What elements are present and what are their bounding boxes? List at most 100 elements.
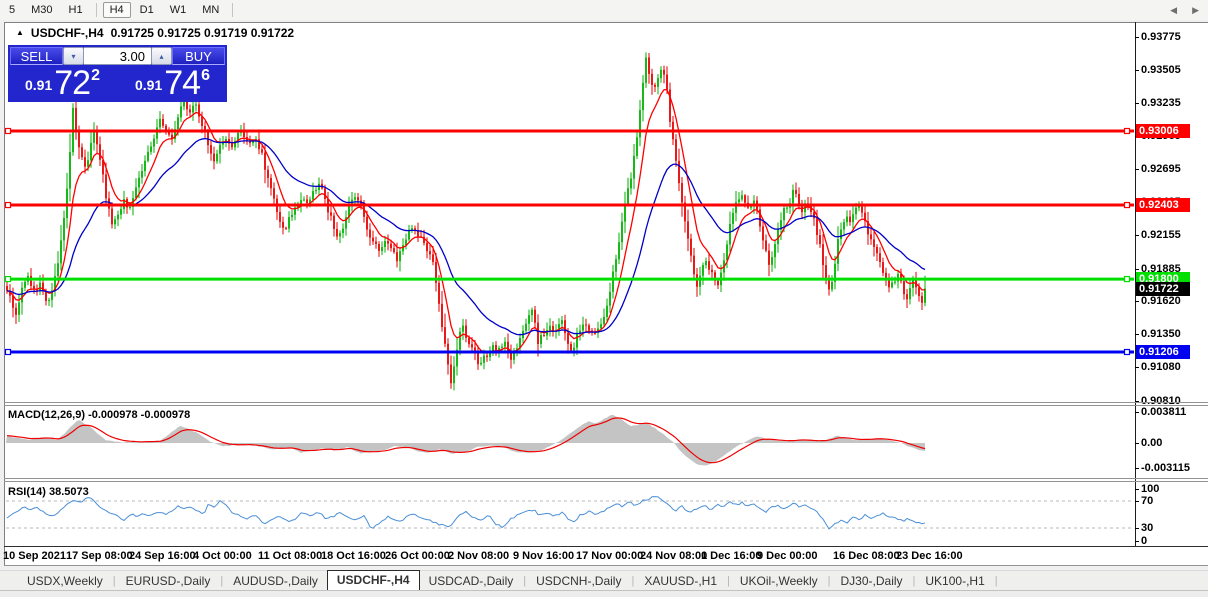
time-axis-label: 4 Oct 00:00 xyxy=(193,550,252,562)
chart-tab-audusd[interactable]: AUDUSD-,Daily xyxy=(224,571,327,590)
chart-tab-uk100[interactable]: UK100-,H1 xyxy=(916,571,993,590)
chart-tab-bar: USDX,Weekly|EURUSD-,Daily|AUDUSD-,DailyU… xyxy=(0,570,1208,590)
time-axis-label: 24 Sep 16:00 xyxy=(129,550,196,562)
price-tick-mark xyxy=(1135,235,1139,236)
price-tick-mark xyxy=(1135,103,1139,104)
symbol-triangle-icon: ▲ xyxy=(16,27,24,39)
chart-tab-usdchf[interactable]: USDCHF-,H4 xyxy=(327,570,420,590)
time-axis-label: 2 Nov 08:00 xyxy=(448,550,509,562)
volume-input[interactable]: 3.00 xyxy=(84,47,151,65)
main-macd-splitter[interactable] xyxy=(4,402,1208,403)
window-bottom-border xyxy=(4,565,1208,566)
volume-increase-button[interactable]: ▴ xyxy=(151,47,172,65)
time-axis-label: 17 Nov 00:00 xyxy=(576,550,643,562)
macd-tick-label: 0.003811 xyxy=(1141,406,1186,418)
timeframe-button-h4[interactable]: H4 xyxy=(103,2,131,18)
sell-price-display[interactable]: 0.91 72 2 xyxy=(10,67,115,100)
time-axis-label: 23 Dec 16:00 xyxy=(896,550,963,562)
sell-button[interactable]: SELL xyxy=(10,47,63,65)
hline-price-label: 0.92403 xyxy=(1136,198,1190,212)
time-axis-label: 24 Nov 08:00 xyxy=(640,550,707,562)
symbol-title: USDCHF-,H4 xyxy=(31,26,104,40)
chart-tab-usdcnh[interactable]: USDCNH-,Daily xyxy=(527,571,630,590)
buy-price-sup: 6 xyxy=(201,67,210,85)
price-tick-label: 0.93775 xyxy=(1141,31,1181,43)
chart-symbol-header: ▲ USDCHF-,H4 0.91725 0.91725 0.91719 0.9… xyxy=(16,26,294,40)
time-axis-label: 18 Oct 16:00 xyxy=(321,550,386,562)
timeframe-toolbar: 5M30H1 H4D1W1MN xyxy=(0,0,1208,20)
timeframe-button-m30[interactable]: M30 xyxy=(24,2,59,18)
chart-tab-usdx[interactable]: USDX,Weekly xyxy=(18,571,112,590)
mt4-terminal: 5M30H1 H4D1W1MN 0.93775 0.93505 0.93235 0.92… xyxy=(0,0,1208,597)
timeframe-button-5[interactable]: 5 xyxy=(2,2,22,18)
macd-rsi-splitter[interactable] xyxy=(4,478,1208,479)
hline-price-label: 0.91206 xyxy=(1136,345,1190,359)
current-price-label: 0.91722 xyxy=(1136,282,1190,296)
toolbar-separator xyxy=(96,3,97,17)
rsi-indicator-label: RSI(14) 38.5073 xyxy=(8,486,89,498)
time-axis-label: 11 Oct 08:00 xyxy=(258,550,322,562)
price-tick-mark xyxy=(1135,169,1139,170)
macd-tick-label: 0.00 xyxy=(1141,437,1162,449)
price-tick-label: 0.92155 xyxy=(1141,229,1181,241)
chart-tab-ukoil[interactable]: UKOil-,Weekly xyxy=(731,571,827,590)
time-axis-label: 17 Sep 08:00 xyxy=(66,550,133,562)
price-tick-mark xyxy=(1135,367,1139,368)
rsi-tick-label: 100 xyxy=(1141,483,1159,495)
ohlc-values: 0.91725 0.91725 0.91719 0.91722 xyxy=(111,26,295,40)
price-tick-mark xyxy=(1135,269,1139,270)
main-macd-splitter-2 xyxy=(4,405,1208,406)
price-tick-mark xyxy=(1135,70,1139,71)
price-tick-label: 0.93505 xyxy=(1141,64,1181,76)
chart-tab-eurusd[interactable]: EURUSD-,Daily xyxy=(117,571,220,590)
macd-tick-mark xyxy=(1135,468,1139,469)
sell-price-sup: 2 xyxy=(91,67,100,85)
macd-rsi-splitter-2 xyxy=(4,481,1208,482)
sell-price-base: 0.91 xyxy=(25,77,52,93)
chart-tab-xauusd[interactable]: XAUUSD-,H1 xyxy=(635,571,726,590)
macd-tick-label: -0.003115 xyxy=(1141,462,1190,474)
time-axis-label: 10 Sep 2021 xyxy=(3,550,66,562)
price-tick-mark xyxy=(1135,37,1139,38)
tab-scroll-right-icon[interactable]: ▶ xyxy=(1192,5,1199,16)
tab-separator: | xyxy=(994,575,999,587)
rsi-tick-mark xyxy=(1135,501,1139,502)
toolbar-separator xyxy=(232,3,233,17)
timeframe-button-h1[interactable]: H1 xyxy=(62,2,90,18)
time-axis-border xyxy=(4,546,1208,547)
timeframe-button-mn[interactable]: MN xyxy=(195,2,226,18)
chart-tab-usdcad[interactable]: USDCAD-,Daily xyxy=(420,571,523,590)
rsi-tick-label: 30 xyxy=(1141,522,1153,534)
volume-decrease-button[interactable]: ▾ xyxy=(63,47,84,65)
chart-background[interactable] xyxy=(4,22,1208,566)
price-tick-label: 0.91080 xyxy=(1141,361,1181,373)
one-click-trade-panel: SELL ▾ 3.00 ▴ BUY 0.91 72 2 0.91 74 6 xyxy=(8,45,227,102)
price-tick-mark xyxy=(1135,301,1139,302)
timeframe-button-d1[interactable]: D1 xyxy=(133,2,161,18)
price-tick-label: 0.91350 xyxy=(1141,328,1181,340)
buy-price-display[interactable]: 0.91 74 6 xyxy=(120,67,225,100)
sell-price-big: 72 xyxy=(54,68,90,98)
macd-tick-mark xyxy=(1135,443,1139,444)
time-axis-label: 26 Oct 00:00 xyxy=(385,550,450,562)
time-axis-label: 16 Dec 08:00 xyxy=(833,550,900,562)
price-tick-mark xyxy=(1135,334,1139,335)
price-tick-label: 0.92695 xyxy=(1141,163,1181,175)
price-tick-label: 0.93235 xyxy=(1141,97,1181,109)
chart-tab-dj30[interactable]: DJ30-,Daily xyxy=(832,571,912,590)
rsi-tick-mark xyxy=(1135,541,1139,542)
timeframe-button-w1[interactable]: W1 xyxy=(163,2,194,18)
price-tick-label: 0.91620 xyxy=(1141,295,1181,307)
macd-tick-mark xyxy=(1135,412,1139,413)
rsi-tick-mark xyxy=(1135,528,1139,529)
tab-scroll-nav: ◀ ▶ xyxy=(1170,5,1199,16)
buy-price-base: 0.91 xyxy=(135,77,162,93)
hline-price-label: 0.93006 xyxy=(1136,124,1190,138)
time-axis-label: 9 Nov 16:00 xyxy=(513,550,574,562)
macd-indicator-label: MACD(12,26,9) -0.000978 -0.000978 xyxy=(8,409,190,421)
buy-button[interactable]: BUY xyxy=(172,47,225,65)
status-strip xyxy=(0,590,1208,597)
buy-price-big: 74 xyxy=(164,68,200,98)
tab-scroll-left-icon[interactable]: ◀ xyxy=(1170,5,1177,16)
rsi-tick-mark xyxy=(1135,489,1139,490)
